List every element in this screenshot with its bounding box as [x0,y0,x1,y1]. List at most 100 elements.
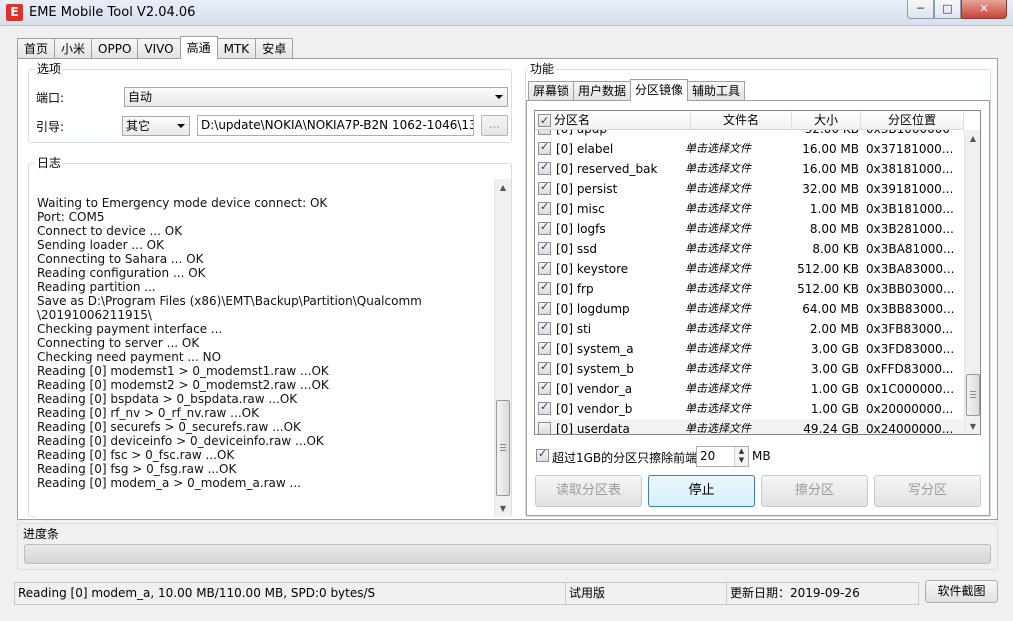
file-select-link[interactable]: 单击选择文件 [685,342,751,356]
column-header-size[interactable]: 大小 [792,111,861,130]
screenshot-button[interactable]: 软件截图 [925,580,998,603]
write-partition-button[interactable]: 写分区 [874,475,981,507]
table-row[interactable]: [0] logfs 单击选择文件 8.00 MB 0x3B281000... [535,219,964,239]
file-select-link[interactable]: 单击选择文件 [685,402,751,416]
file-select-link[interactable]: 单击选择文件 [685,182,751,196]
file-select-link[interactable]: 单击选择文件 [685,242,751,256]
browse-button[interactable]: ... [481,115,508,136]
row-checkbox[interactable] [538,220,551,235]
scroll-up-icon[interactable]: ▲ [965,130,980,147]
maximize-button[interactable]: □ [934,0,961,19]
scroll-down-icon[interactable]: ▼ [965,418,980,434]
file-select-link[interactable]: 单击选择文件 [685,162,751,176]
row-checkbox[interactable] [538,300,551,315]
file-select-link[interactable]: 单击选择文件 [685,322,751,336]
partition-size: 16.00 MB [802,162,859,176]
progress-title: 进度条 [23,527,60,541]
partition-size: 8.00 KB [812,242,859,256]
row-checkbox[interactable] [538,380,551,395]
row-checkbox[interactable] [538,400,551,415]
table-row[interactable]: [0] vendor_b 单击选择文件 1.00 GB 0x20000000... [535,399,964,419]
column-header-name[interactable]: 分区名 [535,111,691,130]
tab-home[interactable]: 首页 [17,38,56,59]
file-select-link[interactable]: 单击选择文件 [685,302,751,316]
select-all-checkbox[interactable] [538,112,551,130]
row-checkbox[interactable] [538,320,551,335]
tab-vivo[interactable]: VIVO [137,38,181,59]
partition-location: 0x3BA81000... [866,242,955,256]
file-select-link[interactable]: 单击选择文件 [685,422,751,434]
boot-path-field[interactable]: D:\update\NOKIA\NOKIA7P-B2N 1062-1046\13… [197,115,474,136]
row-checkbox[interactable] [538,422,551,434]
table-row[interactable]: [0] elabel 单击选择文件 16.00 MB 0x37181000... [535,139,964,159]
close-button[interactable]: ✕ [961,0,1007,19]
table-row[interactable]: [0] logdump 单击选择文件 64.00 MB 0x3BB83000... [535,299,964,319]
row-checkbox[interactable] [538,180,551,195]
row-checkbox[interactable] [538,260,551,275]
table-row[interactable]: [0] misc 单击选择文件 1.00 MB 0x3B181000... [535,199,964,219]
tab-qualcomm[interactable]: 高通 [179,36,218,59]
column-header-file[interactable]: 文件名 [691,111,792,130]
tab-aux-tools[interactable]: 辅助工具 [687,81,746,101]
row-checkbox[interactable] [538,160,551,175]
row-checkbox[interactable] [538,140,551,155]
file-select-link[interactable]: 单击选择文件 [685,262,751,276]
log-line: Checking payment interface ... [37,322,223,336]
log-scrollbar-thumb[interactable] [496,400,510,496]
tab-mtk[interactable]: MTK [216,38,257,59]
partition-name: [0] keystore [556,262,629,276]
tab-android[interactable]: 安卓 [255,38,294,59]
table-row[interactable]: [0] sti 单击选择文件 2.00 MB 0x3FB83000... [535,319,964,339]
log-output[interactable]: Waiting to Emergency mode device connect… [36,179,511,517]
file-select-link[interactable]: 单击选择文件 [685,382,751,396]
tab-user-data[interactable]: 用户数据 [573,81,632,101]
top-tab-bar: 首页 小米 OPPO VIVO 高通 MTK 安卓 [17,36,294,59]
erase-limit-label: 超过1GB的分区只擦除前端 [552,451,698,465]
partition-name: [0] system_b [556,362,634,376]
table-row[interactable]: [0] system_b 单击选择文件 3.00 GB 0xFFD83000... [535,359,964,379]
stop-button[interactable]: 停止 [648,475,755,507]
row-checkbox[interactable] [538,340,551,355]
main-panel: 选项 端口: 自动 引导: 其它 D:\update\NOKIA\NOKIA7P… [17,58,998,520]
table-row[interactable]: [0] persist 单击选择文件 32.00 MB 0x39181000... [535,179,964,199]
partition-scrollbar[interactable]: ▲ ▼ [964,130,980,434]
scroll-down-icon[interactable]: ▼ [495,500,511,517]
file-select-link[interactable]: 单击选择文件 [685,142,751,156]
log-scrollbar[interactable]: ▲ ▼ [494,179,511,517]
tab-oppo[interactable]: OPPO [91,38,139,59]
table-row[interactable]: [0] frp 单击选择文件 512.00 KB 0x3BB03000... [535,279,964,299]
partition-panel: [0] apdp32.00 KB0x3B1000000[0] elabel单击选… [526,100,990,516]
table-row[interactable]: [0] userdata 单击选择文件 49.24 GB 0x24000000... [535,419,964,434]
file-select-link[interactable]: 单击选择文件 [685,222,751,236]
erase-size-stepper[interactable]: 20 ▲ ▼ [696,446,749,467]
erase-limit-checkbox[interactable] [536,447,549,462]
partition-name: [0] vendor_a [556,382,633,396]
partition-table[interactable]: [0] apdp32.00 KB0x3B1000000[0] elabel单击选… [534,110,981,435]
read-partition-table-button[interactable]: 读取分区表 [535,475,642,507]
tab-screen-lock[interactable]: 屏幕锁 [528,81,575,101]
row-checkbox[interactable] [538,360,551,375]
file-select-link[interactable]: 单击选择文件 [685,282,751,296]
partition-scrollbar-thumb[interactable] [966,374,980,416]
table-row[interactable]: [0] vendor_a 单击选择文件 1.00 GB 0x1C000000... [535,379,964,399]
file-select-link[interactable]: 单击选择文件 [685,362,751,376]
row-checkbox[interactable] [538,280,551,295]
table-row[interactable]: [0] ssd 单击选择文件 8.00 KB 0x3BA81000... [535,239,964,259]
window-title: EME Mobile Tool V2.04.06 [29,5,196,20]
status-bar: Reading [0] modem_a, 10.00 MB/110.00 MB,… [14,582,919,605]
tab-xiaomi[interactable]: 小米 [54,38,93,59]
row-checkbox[interactable] [538,200,551,215]
minimize-button[interactable]: ─ [907,0,934,19]
boot-type-select[interactable]: 其它 [122,116,190,136]
erase-partition-button[interactable]: 擦分区 [761,475,868,507]
table-row[interactable]: [0] reserved_bak 单击选择文件 16.00 MB 0x38181000… [535,159,964,179]
tab-partition-image[interactable]: 分区镜像 [630,79,689,101]
port-select[interactable]: 自动 [124,87,508,107]
row-checkbox[interactable] [538,240,551,255]
column-header-location[interactable]: 分区位置 [861,111,964,130]
table-row[interactable]: [0] keystore 单击选择文件 512.00 KB 0x3BA83000... [535,259,964,279]
spin-arrows-icon[interactable]: ▲ ▼ [734,447,748,466]
table-row[interactable]: [0] system_a 单击选择文件 3.00 GB 0x3FD83000... [535,339,964,359]
file-select-link[interactable]: 单击选择文件 [685,202,751,216]
scroll-up-icon[interactable]: ▲ [495,179,511,196]
